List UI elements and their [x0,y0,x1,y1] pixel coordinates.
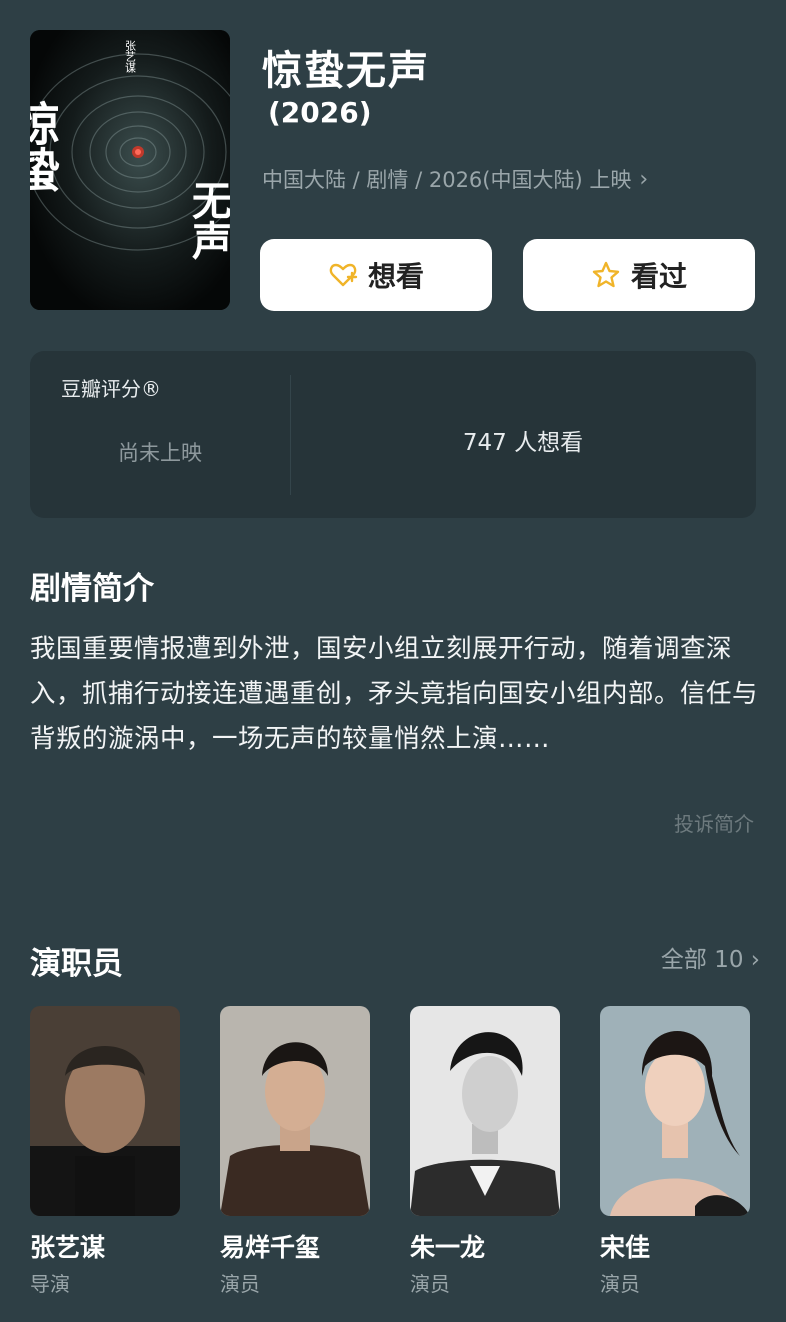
cast-member[interactable]: 朱一龙 演员 [410,1006,562,1296]
cast-member-name: 朱一龙 [410,1233,486,1262]
cast-all-label: 全部 10 [660,947,744,973]
movie-title: 惊蛰无声 [262,48,430,94]
plot-summary: 我国重要情报遭到外泄，国安小组立刻展开行动，随着调查深入，抓捕行动接连遭遇重创，… [30,634,759,754]
cast-member-role: 演员 [410,1272,450,1296]
want-count[interactable]: 747 人想看 [290,423,756,457]
watched-label: 看过 [630,260,687,293]
cast-heading: 演职员 [30,946,123,982]
chevron-right-icon: › [750,947,760,973]
cast-member-role: 导演 [30,1272,70,1296]
cast-all-link[interactable]: 全部 10 › [661,940,760,974]
avatar [220,1006,370,1216]
poster-title-left: 惊蛰 [30,100,61,193]
cast-member[interactable]: 张艺谋 导演 [30,1006,182,1296]
movie-poster[interactable]: 惊蛰 无声 张艺谋 [30,30,230,310]
watched-button[interactable]: 看过 [523,239,755,311]
chevron-right-icon: › [639,166,649,192]
rating-label: 豆瓣评分® [61,377,161,401]
cast-member-name: 宋佳 [600,1233,651,1262]
avatar [410,1006,560,1216]
cast-member-role: 演员 [600,1272,640,1296]
want-to-watch-button[interactable]: 想看 [260,239,492,311]
avatar [30,1006,180,1216]
movie-year: (2026) [268,96,372,129]
avatar [600,1006,750,1216]
poster-title-right: 无声 [185,180,230,261]
rating-status: 尚未上映 [118,441,202,465]
poster-artwork: 惊蛰 无声 张艺谋 [30,30,230,310]
heart-plus-icon [328,260,358,290]
cast-member[interactable]: 宋佳 演员 [600,1006,752,1296]
cast-member-name: 张艺谋 [30,1233,106,1262]
movie-meta-text: 中国大陆 / 剧情 / 2026(中国大陆) 上映 [262,168,632,192]
rating-card: 豆瓣评分® 尚未上映 747 人想看 [30,351,756,518]
cast-member[interactable]: 易烊千玺 演员 [220,1006,372,1296]
want-to-watch-label: 想看 [367,260,424,293]
movie-meta-link[interactable]: 中国大陆 / 剧情 / 2026(中国大陆) 上映 › [262,164,648,194]
star-icon [591,260,621,290]
report-summary-link[interactable]: 投诉简介 [674,808,754,837]
cast-member-role: 演员 [220,1272,260,1296]
plot-heading: 剧情简介 [30,571,154,607]
poster-director-credit: 张艺谋 [124,40,137,74]
cast-member-name: 易烊千玺 [220,1233,321,1262]
